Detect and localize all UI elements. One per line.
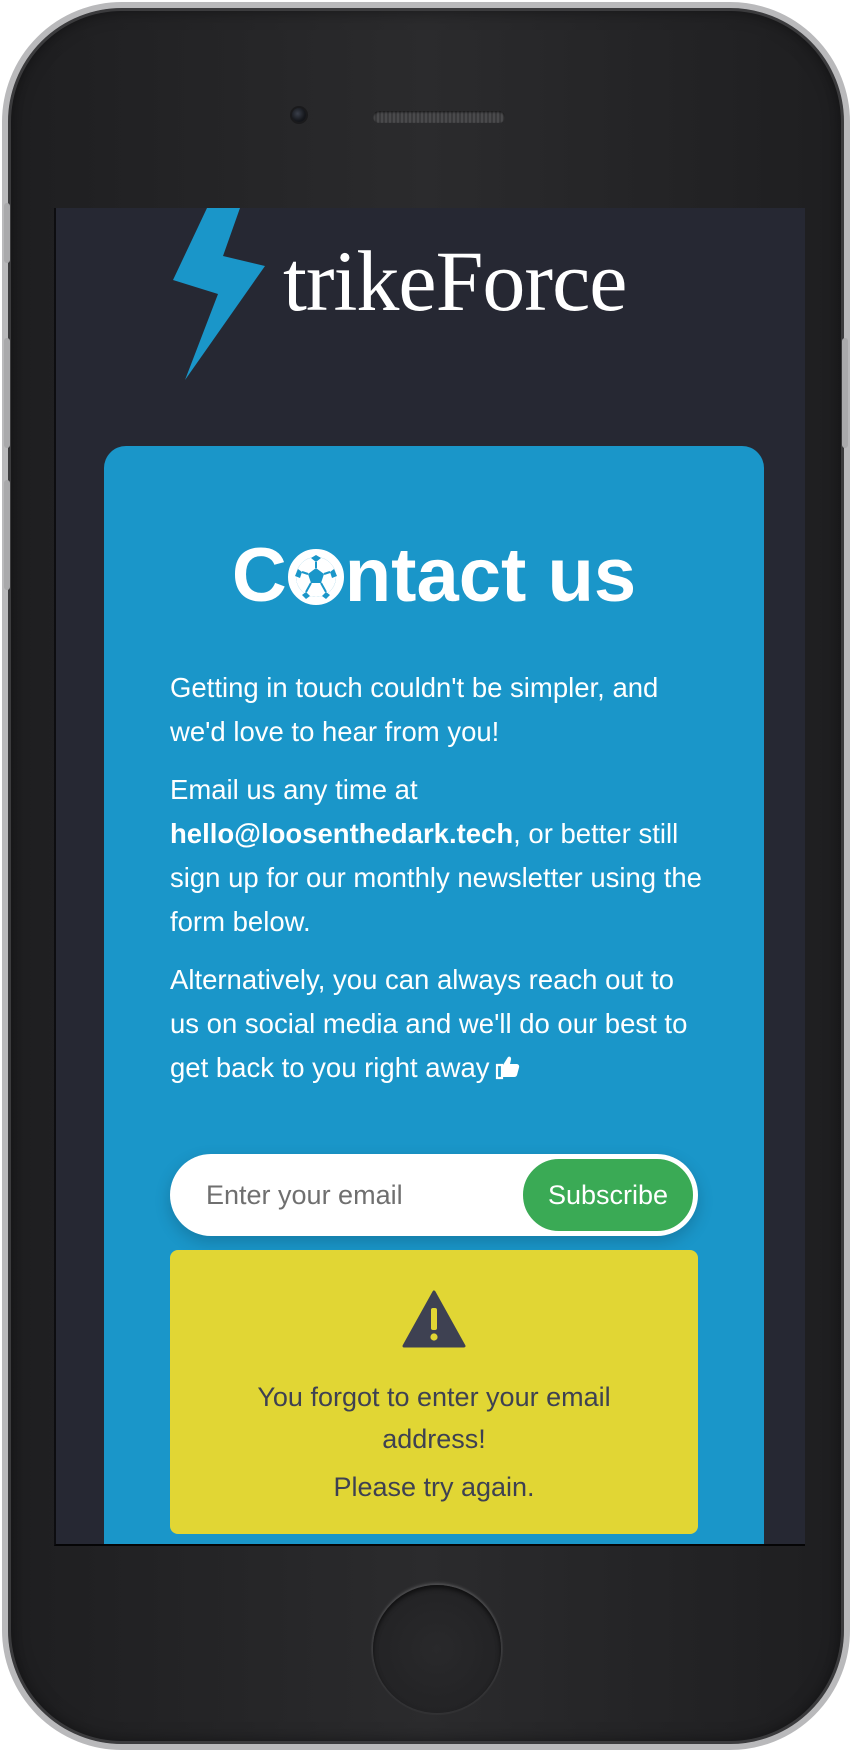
mute-switch <box>4 203 10 263</box>
email-input[interactable] <box>170 1154 510 1236</box>
phone-screen: trikeForce C ntact us Getting in touch c… <box>54 208 805 1546</box>
thumbs-up-icon <box>494 1050 522 1080</box>
email-paragraph-lead: Email us any time at <box>170 774 418 805</box>
contact-card: C ntact us Getting in touch couldn't be … <box>104 446 764 1544</box>
title-prefix: C <box>231 533 287 618</box>
soccer-ball-icon <box>287 542 344 605</box>
earpiece-speaker <box>373 111 505 123</box>
alert-retry-message: Please try again. <box>333 1472 535 1502</box>
social-paragraph-text: Alternatively, you can always reach out … <box>170 964 688 1083</box>
subscribe-button[interactable]: Subscribe <box>520 1156 696 1234</box>
power-button <box>842 338 848 448</box>
front-camera <box>292 108 306 122</box>
email-paragraph: Email us any time at hello@loosenthedark… <box>170 768 710 944</box>
error-alert: You forgot to enter your email address! … <box>170 1250 698 1534</box>
intro-paragraph: Getting in touch couldn't be simpler, an… <box>170 672 659 747</box>
contact-email-link[interactable]: hello@loosenthedark.tech <box>170 818 513 849</box>
page-title: C ntact us <box>104 538 764 614</box>
volume-down-button <box>4 480 10 590</box>
social-paragraph: Alternatively, you can always reach out … <box>170 958 710 1090</box>
title-suffix: ntact us <box>344 533 637 618</box>
alert-message: You forgot to enter your email address! <box>257 1382 611 1454</box>
volume-up-button <box>4 338 10 448</box>
logo-text: trikeForce <box>283 233 627 329</box>
lightning-bolt-icon <box>173 208 265 380</box>
contact-copy: Getting in touch couldn't be simpler, an… <box>170 666 710 1104</box>
site-logo[interactable]: trikeForce <box>173 208 733 383</box>
home-button[interactable] <box>373 1585 501 1713</box>
newsletter-form: Subscribe <box>170 1154 698 1236</box>
warning-icon <box>402 1290 466 1348</box>
